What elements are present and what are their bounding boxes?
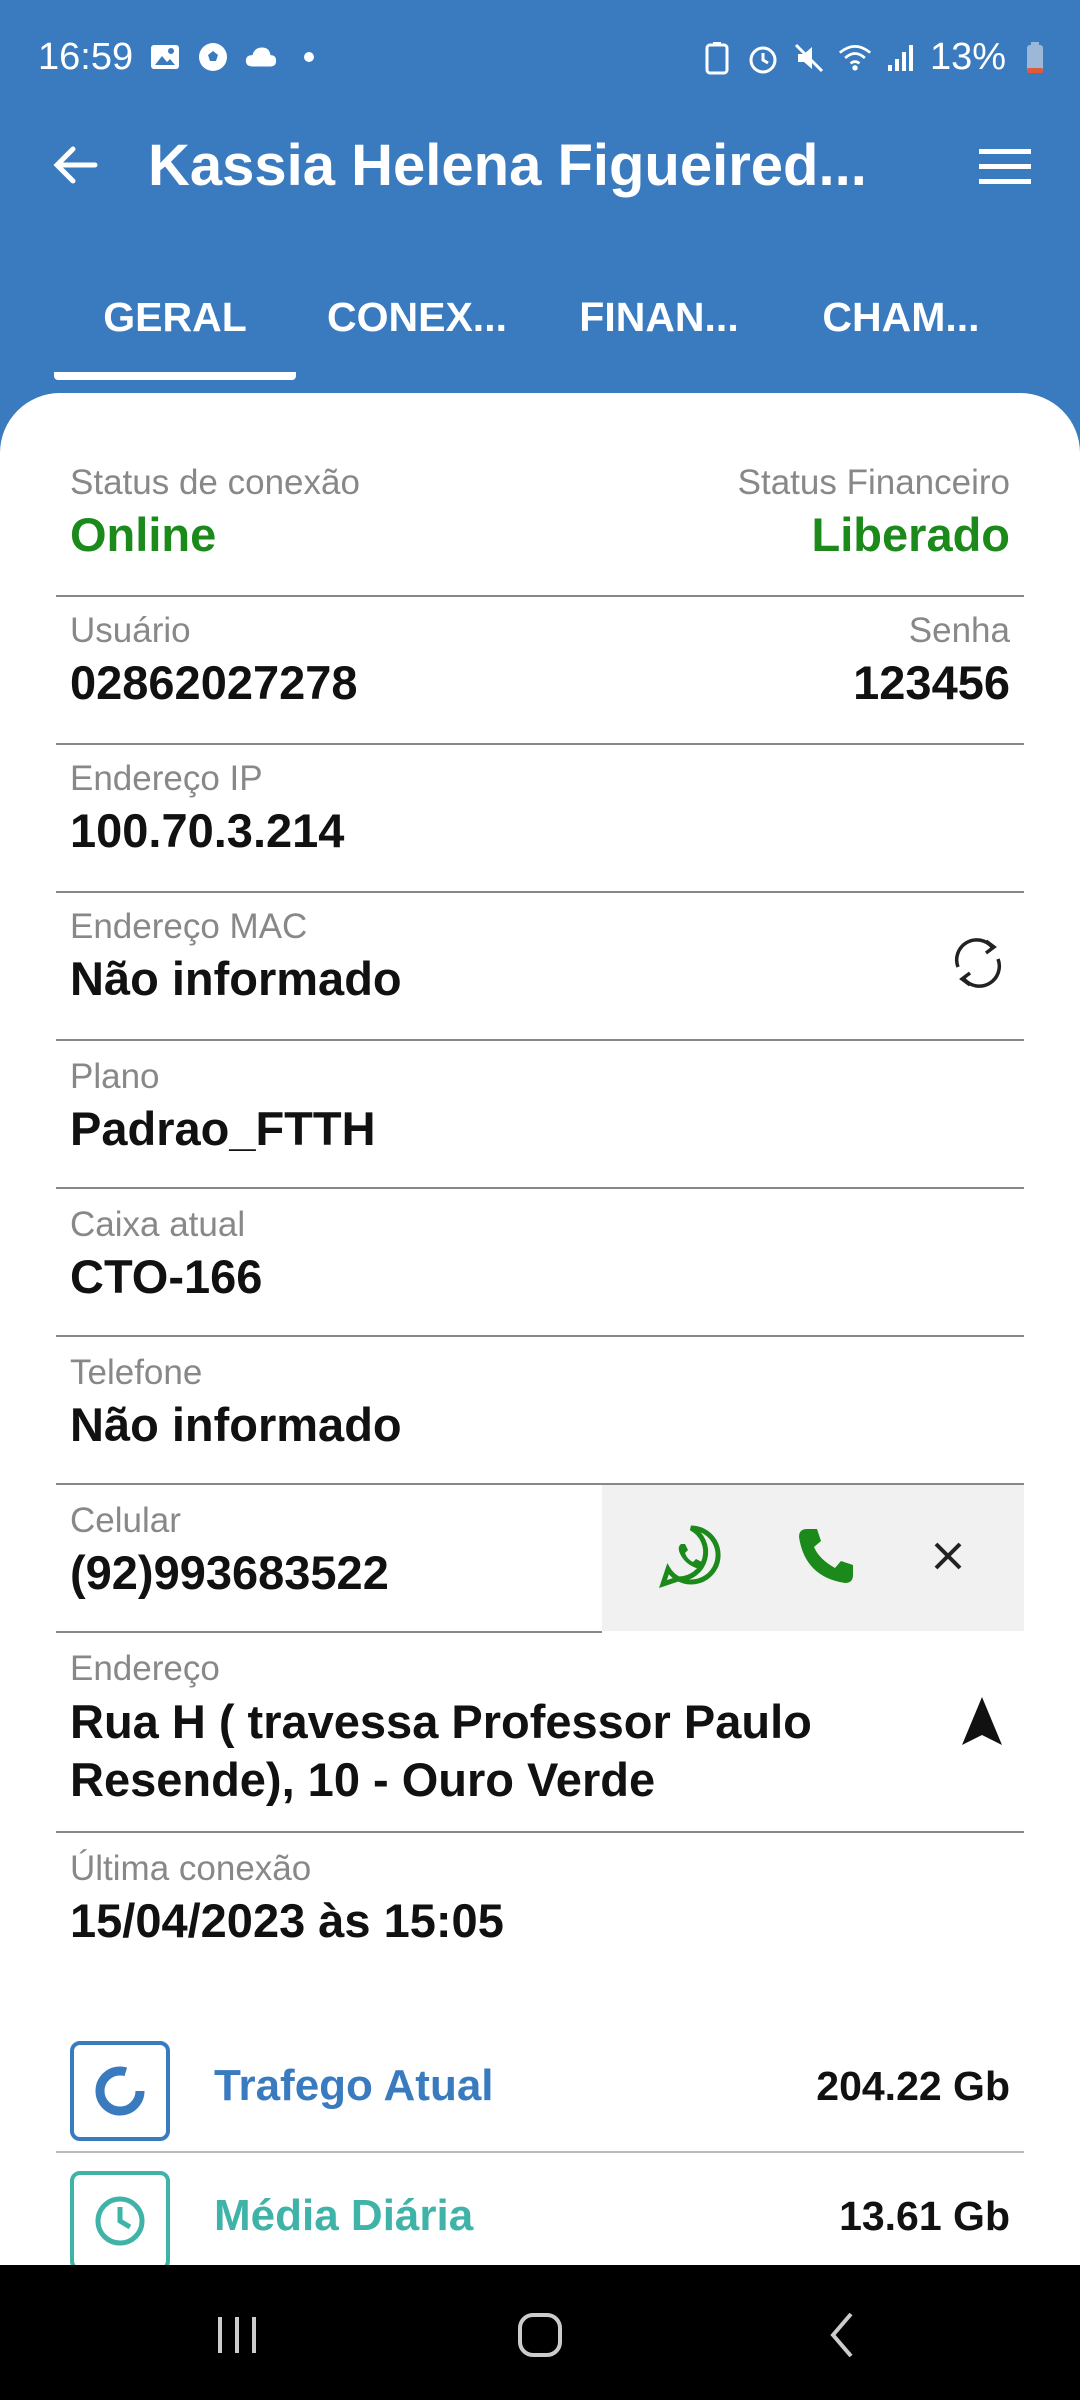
trafego-label: Trafego Atual — [214, 2061, 494, 2110]
status-bar: 16:59 13% — [0, 0, 1080, 122]
telefone-value: Não informado — [70, 1398, 402, 1451]
metric-trafego[interactable]: Trafego Atual 204.22 Gb — [56, 2023, 1024, 2153]
row-usuario: Usuário 02862027278 Senha 123456 — [56, 597, 1024, 745]
senha-label: Senha — [908, 611, 1010, 650]
soccer-ball-icon — [196, 40, 230, 74]
home-button[interactable] — [495, 2295, 585, 2375]
sync-icon — [954, 938, 1002, 988]
media-diaria-value: 13.61 Gb — [839, 2193, 1010, 2239]
recents-icon — [218, 2317, 256, 2353]
chevron-left-icon — [830, 2312, 853, 2358]
row-ultima-conexao: Última conexão 15/04/2023 às 15:05 — [56, 1833, 1024, 1983]
arrow-left-icon — [53, 146, 98, 184]
media-diaria-label: Média Diária — [214, 2191, 474, 2240]
plano-label: Plano — [70, 1057, 160, 1096]
endereco-value: Rua H ( travessa Professor Paulo Resende… — [70, 1695, 812, 1806]
plano-value: Padrao_FTTH — [70, 1102, 376, 1155]
clock-icon — [70, 2171, 170, 2265]
status-financeiro-value: Liberado — [811, 508, 1010, 561]
row-telefone: Telefone Não informado — [56, 1337, 1024, 1485]
tab-financeiro[interactable]: FINAN... — [538, 270, 780, 380]
page-title: Kassia Helena Figueired... — [148, 133, 867, 198]
refresh-mac-button[interactable] — [946, 931, 1010, 995]
menu-button[interactable] — [970, 132, 1040, 202]
status-time: 16:59 — [38, 36, 134, 78]
wifi-icon — [838, 41, 872, 75]
row-mac: Endereço MAC Não informado — [56, 893, 1024, 1041]
row-ip: Endereço IP 100.70.3.214 — [56, 745, 1024, 893]
ultima-conexao-value: 15/04/2023 às 15:05 — [70, 1894, 504, 1947]
system-back-button[interactable] — [798, 2295, 888, 2375]
client-details-card: Status de conexão Online Status Financei… — [0, 393, 1080, 2265]
mac-value: Não informado — [70, 952, 402, 1005]
navigation-arrow-icon — [962, 1697, 1002, 1745]
usuario-value: 02862027278 — [70, 656, 358, 709]
hamburger-icon — [979, 149, 1031, 184]
phone-icon — [798, 1528, 853, 1583]
tab-geral[interactable]: GERAL — [54, 270, 296, 380]
senha-value: 123456 — [853, 656, 1010, 709]
endereco-label: Endereço — [70, 1649, 220, 1688]
battery-saver-icon — [700, 41, 734, 75]
telefone-label: Telefone — [70, 1353, 203, 1392]
celular-actions — [602, 1485, 1024, 1631]
celular-value: (92)993683522 — [70, 1546, 389, 1599]
notification-icons — [148, 40, 326, 74]
row-endereco: Endereço Rua H ( travessa Professor Paul… — [56, 1633, 1024, 1833]
status-financeiro-label: Status Financeiro — [737, 463, 1010, 502]
app-bar: Kassia Helena Figueired... — [0, 122, 1080, 212]
celular-label: Celular — [70, 1501, 181, 1540]
home-icon — [518, 2313, 562, 2357]
row-celular: Celular (92)993683522 — [56, 1485, 1024, 1633]
whatsapp-icon — [658, 1524, 721, 1588]
status-conexao-label: Status de conexão — [70, 463, 360, 502]
mac-label: Endereço MAC — [70, 907, 308, 946]
row-plano: Plano Padrao_FTTH — [56, 1041, 1024, 1189]
trafego-value: 204.22 Gb — [816, 2063, 1010, 2109]
close-icon — [934, 1542, 962, 1569]
mute-icon — [792, 41, 826, 75]
row-status: Status de conexão Online Status Financei… — [56, 463, 1024, 597]
battery-percent: 13% — [929, 36, 1006, 78]
navigate-button[interactable] — [954, 1693, 1010, 1749]
recent-apps-button[interactable] — [192, 2295, 282, 2375]
tab-conexao[interactable]: CONEX... — [296, 270, 538, 380]
whatsapp-button[interactable] — [658, 1523, 724, 1594]
tab-chamados[interactable]: CHAM... — [780, 270, 1022, 380]
status-conexao-value: Online — [70, 508, 217, 561]
signal-icon — [884, 41, 918, 75]
battery-icon — [1018, 41, 1052, 75]
celular-field: Celular (92)993683522 — [56, 1485, 602, 1633]
back-button[interactable] — [40, 130, 110, 200]
ip-label: Endereço IP — [70, 759, 263, 798]
dot-icon — [292, 40, 326, 74]
ultima-conexao-label: Última conexão — [70, 1849, 312, 1888]
row-caixa: Caixa atual CTO-166 — [56, 1189, 1024, 1337]
metric-media-diaria[interactable]: Média Diária 13.61 Gb — [56, 2153, 1024, 2265]
close-actions-button[interactable] — [928, 1536, 968, 1581]
caixa-value: CTO-166 — [70, 1250, 263, 1303]
gallery-icon — [148, 40, 182, 74]
ip-value: 100.70.3.214 — [70, 804, 345, 857]
caixa-label: Caixa atual — [70, 1205, 246, 1244]
call-button[interactable] — [795, 1525, 857, 1592]
cloud-icon — [244, 40, 278, 74]
alarm-icon — [746, 41, 780, 75]
system-icons: 13% — [700, 36, 1052, 79]
system-nav-bar — [0, 2265, 1080, 2400]
usuario-label: Usuário — [70, 611, 191, 650]
donut-chart-icon — [70, 2041, 170, 2141]
tab-bar: GERAL CONEX... FINAN... CHAM... — [0, 270, 1080, 380]
